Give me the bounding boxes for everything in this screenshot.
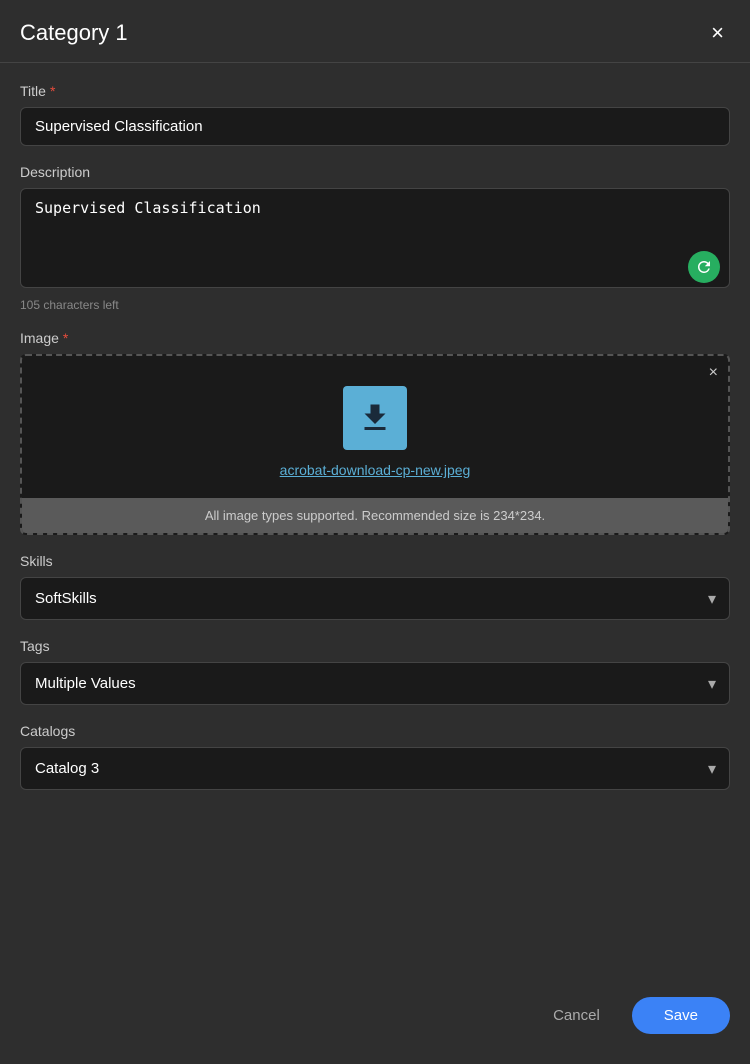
image-upload-inner: × acrobat-download-cp-new.jpeg: [22, 356, 728, 498]
description-label: Description: [20, 164, 730, 180]
catalogs-field-group: Catalogs Catalog 1 Catalog 2 Catalog 3 ▾: [20, 723, 730, 790]
image-label: Image *: [20, 330, 730, 346]
tags-select[interactable]: Multiple Values Tag 1 Tag 2: [20, 662, 730, 705]
image-hint-bar: All image types supported. Recommended s…: [22, 498, 728, 533]
tags-label: Tags: [20, 638, 730, 654]
refresh-button[interactable]: [688, 251, 720, 283]
catalogs-label: Catalogs: [20, 723, 730, 739]
title-required-star: *: [50, 83, 55, 99]
title-field-group: Title *: [20, 83, 730, 146]
modal-header: Category 1 ×: [0, 0, 750, 63]
catalogs-select-wrapper: Catalog 1 Catalog 2 Catalog 3 ▾: [20, 747, 730, 790]
upload-close-button[interactable]: ×: [709, 364, 718, 382]
skills-select[interactable]: SoftSkills HardSkills Technical: [20, 577, 730, 620]
skills-select-wrapper: SoftSkills HardSkills Technical ▾: [20, 577, 730, 620]
modal-title: Category 1: [20, 20, 128, 46]
image-field-group: Image * × acrobat-download-cp-new.jpeg A…: [20, 330, 730, 535]
upload-filename[interactable]: acrobat-download-cp-new.jpeg: [280, 462, 471, 478]
description-textarea[interactable]: Supervised Classification: [20, 188, 730, 288]
title-input[interactable]: [20, 107, 730, 146]
catalogs-select[interactable]: Catalog 1 Catalog 2 Catalog 3: [20, 747, 730, 790]
description-field-group: Description Supervised Classification 10…: [20, 164, 730, 312]
title-label: Title *: [20, 83, 730, 99]
upload-icon-box: [343, 386, 407, 450]
modal-container: Category 1 × Title * Description Supervi…: [0, 0, 750, 1064]
image-required-star: *: [63, 330, 68, 346]
save-button[interactable]: Save: [632, 997, 730, 1034]
modal-footer: Cancel Save: [0, 973, 750, 1064]
modal-body: Title * Description Supervised Classific…: [0, 63, 750, 973]
tags-field-group: Tags Multiple Values Tag 1 Tag 2 ▾: [20, 638, 730, 705]
skills-label: Skills: [20, 553, 730, 569]
skills-field-group: Skills SoftSkills HardSkills Technical ▾: [20, 553, 730, 620]
description-wrapper: Supervised Classification: [20, 188, 730, 293]
download-icon: [357, 400, 393, 436]
image-upload-area[interactable]: × acrobat-download-cp-new.jpeg All image…: [20, 354, 730, 535]
tags-select-wrapper: Multiple Values Tag 1 Tag 2 ▾: [20, 662, 730, 705]
cancel-button[interactable]: Cancel: [537, 997, 616, 1034]
close-button[interactable]: ×: [705, 20, 730, 46]
char-count: 105 characters left: [20, 298, 730, 312]
